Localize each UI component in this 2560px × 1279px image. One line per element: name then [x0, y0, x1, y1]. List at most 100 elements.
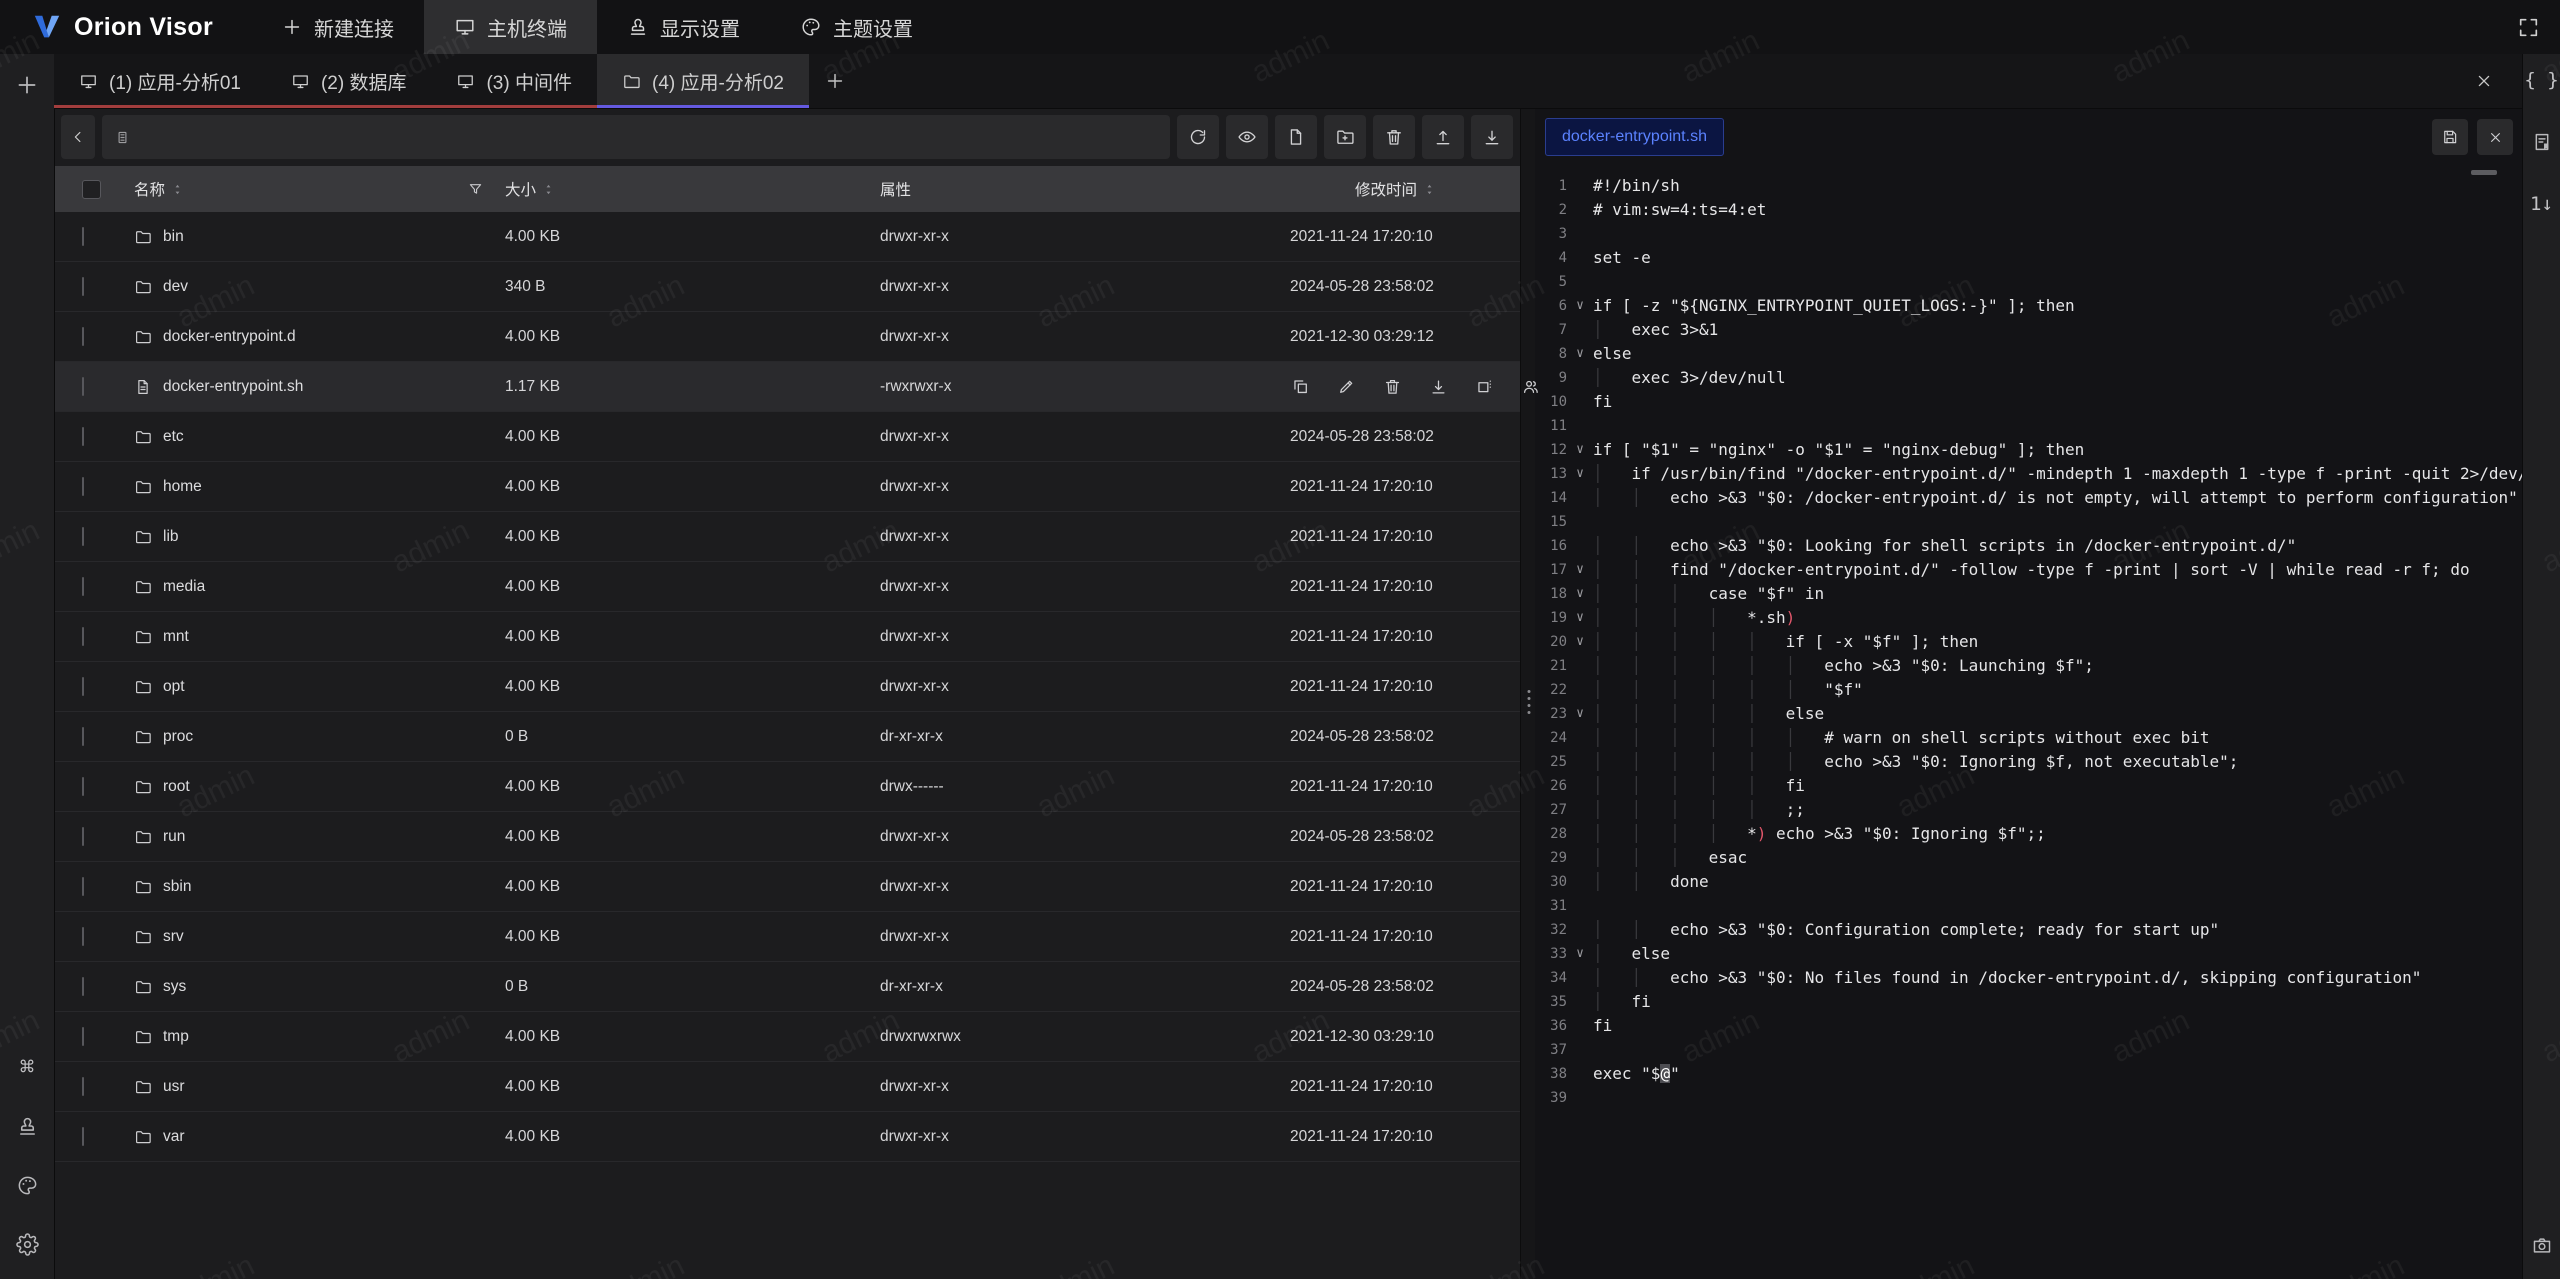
app-logo[interactable]: Orion Visor [0, 12, 251, 42]
line-number: 23 [1535, 702, 1567, 726]
save-button[interactable] [2432, 119, 2468, 155]
filter-button[interactable] [467, 181, 484, 198]
row-checkbox[interactable] [82, 227, 84, 246]
sort-carets-icon[interactable] [1423, 183, 1436, 196]
row-checkbox[interactable] [82, 327, 84, 346]
menu-item-2[interactable]: 显示设置 [597, 0, 770, 54]
download-button[interactable] [1429, 377, 1448, 396]
row-checkbox[interactable] [82, 727, 84, 746]
file-row-run[interactable]: run4.00 KBdrwxr-xr-x2024-05-28 23:58:02 [54, 812, 1520, 862]
select-all-checkbox[interactable] [82, 180, 101, 199]
file-row-lib[interactable]: lib4.00 KBdrwxr-xr-x2021-11-24 17:20:10 [54, 512, 1520, 562]
file-row-usr[interactable]: usr4.00 KBdrwxr-xr-x2021-11-24 17:20:10 [54, 1062, 1520, 1112]
row-checkbox[interactable] [82, 527, 84, 546]
row-checkbox[interactable] [82, 377, 84, 396]
folder-icon [134, 528, 152, 546]
file-row-mnt[interactable]: mnt4.00 KBdrwxr-xr-x2021-11-24 17:20:10 [54, 612, 1520, 662]
copy-button[interactable] [1291, 377, 1310, 396]
settings-button[interactable] [0, 1219, 54, 1269]
download-button[interactable] [1471, 115, 1513, 159]
file-row-opt[interactable]: opt4.00 KBdrwxr-xr-x2021-11-24 17:20:10 [54, 662, 1520, 712]
editor-config-button[interactable]: { } [2523, 58, 2560, 102]
row-checkbox[interactable] [82, 277, 84, 296]
refresh-button[interactable] [1177, 115, 1219, 159]
fold-chevron-icon[interactable]: ∨ [1567, 558, 1593, 582]
fold-chevron-icon[interactable]: ∨ [1567, 438, 1593, 462]
add-tab-button[interactable] [809, 54, 861, 108]
sort-carets-icon[interactable] [171, 183, 184, 196]
new-connection-button[interactable] [0, 60, 54, 110]
display-settings-button[interactable] [0, 1101, 54, 1151]
edit-button[interactable] [1337, 377, 1356, 396]
fullscreen-button[interactable] [2508, 0, 2548, 54]
menu-item-3[interactable]: 主题设置 [770, 0, 943, 54]
file-row-docker-entrypoint.d[interactable]: docker-entrypoint.d4.00 KBdrwxr-xr-x2021… [54, 312, 1520, 362]
open-file-tag[interactable]: docker-entrypoint.sh [1545, 118, 1724, 156]
fold-chevron-icon[interactable]: ∨ [1567, 942, 1593, 966]
row-checkbox[interactable] [82, 827, 84, 846]
file-row-var[interactable]: var4.00 KBdrwxr-xr-x2021-11-24 17:20:10 [54, 1112, 1520, 1162]
sort-order-button[interactable]: 1↓ [2523, 182, 2560, 226]
terminal-tab-2[interactable]: (2) 数据库 [266, 54, 432, 108]
file-row-sbin[interactable]: sbin4.00 KBdrwxr-xr-x2021-11-24 17:20:10 [54, 862, 1520, 912]
move-button[interactable] [1475, 377, 1494, 396]
code-line-7: 7│ exec 3>&1 [1535, 318, 2523, 342]
terminal-tab-3[interactable]: (3) 中间件 [431, 54, 597, 108]
column-header-name: 名称 [134, 178, 165, 200]
file-row-tmp[interactable]: tmp4.00 KBdrwxrwxrwx2021-12-30 03:29:10 [54, 1012, 1520, 1062]
file-info-button[interactable] [2523, 120, 2560, 164]
new-folder-button[interactable] [1324, 115, 1366, 159]
row-checkbox[interactable] [82, 1027, 84, 1046]
close-panel-button[interactable] [2467, 64, 2501, 98]
file-row-srv[interactable]: srv4.00 KBdrwxr-xr-x2021-11-24 17:20:10 [54, 912, 1520, 962]
editor-close-button[interactable] [2477, 119, 2513, 155]
scrollbar-thumb[interactable] [2471, 170, 2497, 175]
preview-hidden-button[interactable] [1226, 115, 1268, 159]
menu-item-0[interactable]: 新建连接 [251, 0, 424, 54]
fold-chevron-icon[interactable]: ∨ [1567, 606, 1593, 630]
row-checkbox[interactable] [82, 977, 84, 996]
delete-button[interactable] [1383, 377, 1402, 396]
screenshot-button[interactable] [2523, 1223, 2560, 1267]
fold-chevron-icon[interactable]: ∨ [1567, 294, 1593, 318]
file-row-media[interactable]: media4.00 KBdrwxr-xr-x2021-11-24 17:20:1… [54, 562, 1520, 612]
row-checkbox[interactable] [82, 677, 84, 696]
row-checkbox[interactable] [82, 877, 84, 896]
fold-chevron-icon[interactable]: ∨ [1567, 462, 1593, 486]
permission-button[interactable] [1521, 377, 1540, 396]
row-checkbox[interactable] [82, 627, 84, 646]
shortcut-keys-button[interactable]: ⌘ [0, 1042, 54, 1092]
fold-chevron-icon[interactable]: ∨ [1567, 630, 1593, 654]
row-checkbox[interactable] [82, 1127, 84, 1146]
file-row-proc[interactable]: proc0 Bdr-xr-xr-x2024-05-28 23:58:02 [54, 712, 1520, 762]
row-checkbox[interactable] [82, 1077, 84, 1096]
code-area[interactable]: 1#!/bin/sh2# vim:sw=4:ts=4:et34set -e56∨… [1535, 166, 2523, 1279]
new-file-button[interactable] [1275, 115, 1317, 159]
row-checkbox[interactable] [82, 427, 84, 446]
delete-button[interactable] [1373, 115, 1415, 159]
back-button[interactable] [61, 115, 95, 159]
theme-settings-button[interactable] [0, 1160, 54, 1210]
row-checkbox[interactable] [82, 577, 84, 596]
file-row-home[interactable]: home4.00 KBdrwxr-xr-x2021-11-24 17:20:10 [54, 462, 1520, 512]
fold-gutter [1567, 822, 1593, 846]
file-row-etc[interactable]: etc4.00 KBdrwxr-xr-x2024-05-28 23:58:02 [54, 412, 1520, 462]
fold-chevron-icon[interactable]: ∨ [1567, 702, 1593, 726]
fold-chevron-icon[interactable]: ∨ [1567, 582, 1593, 606]
row-checkbox[interactable] [82, 777, 84, 796]
row-checkbox[interactable] [82, 927, 84, 946]
terminal-tab-1[interactable]: (1) 应用-分析01 [54, 54, 266, 108]
file-row-root[interactable]: root4.00 KBdrwx------2021-11-24 17:20:10 [54, 762, 1520, 812]
menu-item-1[interactable]: 主机终端 [424, 0, 597, 54]
row-checkbox[interactable] [82, 477, 84, 496]
file-row-bin[interactable]: bin4.00 KBdrwxr-xr-x2021-11-24 17:20:10 [54, 212, 1520, 262]
upload-button[interactable] [1422, 115, 1464, 159]
file-row-sys[interactable]: sys0 Bdr-xr-xr-x2024-05-28 23:58:02 [54, 962, 1520, 1012]
file-row-dev[interactable]: dev340 Bdrwxr-xr-x2024-05-28 23:58:02 [54, 262, 1520, 312]
fold-gutter [1567, 966, 1593, 990]
sort-carets-icon[interactable] [542, 183, 555, 196]
path-input[interactable] [102, 115, 1170, 159]
file-row-docker-entrypoint.sh[interactable]: docker-entrypoint.sh1.17 KB-rwxrwxr-x [54, 362, 1520, 412]
fold-chevron-icon[interactable]: ∨ [1567, 342, 1593, 366]
terminal-tab-4[interactable]: (4) 应用-分析02 [597, 54, 809, 108]
